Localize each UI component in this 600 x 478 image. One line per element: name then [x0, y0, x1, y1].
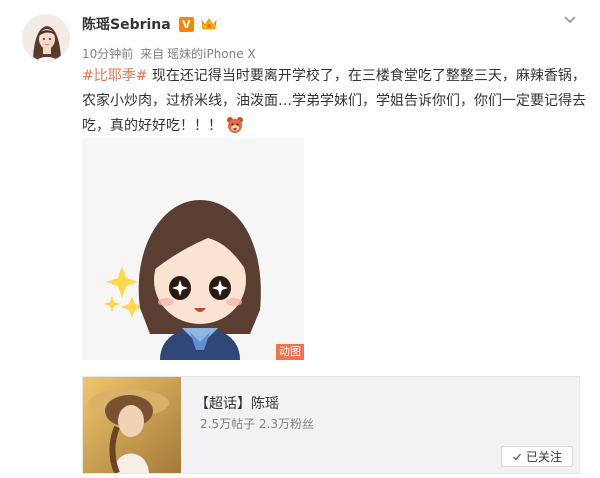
card-thumbnail [83, 377, 181, 473]
post-meta: 10分钟前 来自 瑶妹的iPhone X [82, 45, 256, 62]
source-prefix: 来自 [140, 47, 165, 61]
cartoon-girl-sticker [82, 138, 304, 360]
post-time[interactable]: 10分钟前 [82, 47, 133, 61]
post-device[interactable]: 瑶妹的iPhone X [167, 47, 256, 61]
post-text: #比耶季# 现在还记得当时要离开学校了，在三楼食堂吃了整整三天，麻辣香锅，农家小… [82, 64, 592, 139]
bear-face-emoji-icon [226, 116, 244, 134]
verified-badge: V [178, 16, 194, 32]
avatar[interactable] [22, 14, 70, 62]
username[interactable]: 陈瑶Sebrina [82, 14, 171, 34]
followed-button[interactable]: 已关注 [501, 446, 573, 467]
gif-badge: 动图 [276, 344, 304, 360]
followed-label: 已关注 [525, 450, 562, 464]
check-icon [512, 452, 522, 462]
super-topic-card[interactable]: 【超话】陈瑶 2.5万帖子 2.3万粉丝 已关注 [82, 376, 580, 474]
card-title[interactable]: 【超话】陈瑶 [195, 393, 279, 413]
post-body: 现在还记得当时要离开学校了，在三楼食堂吃了整整三天，麻辣香锅，农家小炒肉，过桥米… [82, 68, 586, 134]
hashtag-link[interactable]: #比耶季# [82, 68, 147, 84]
card-stats: 2.5万帖子 2.3万粉丝 [200, 417, 314, 431]
avatar-image [23, 15, 69, 61]
user-name-row: 陈瑶Sebrina V [82, 14, 218, 34]
more-options-chevron-icon[interactable] [562, 12, 578, 28]
post-media[interactable]: 动图 [82, 138, 304, 360]
member-crown-icon[interactable] [200, 16, 218, 32]
